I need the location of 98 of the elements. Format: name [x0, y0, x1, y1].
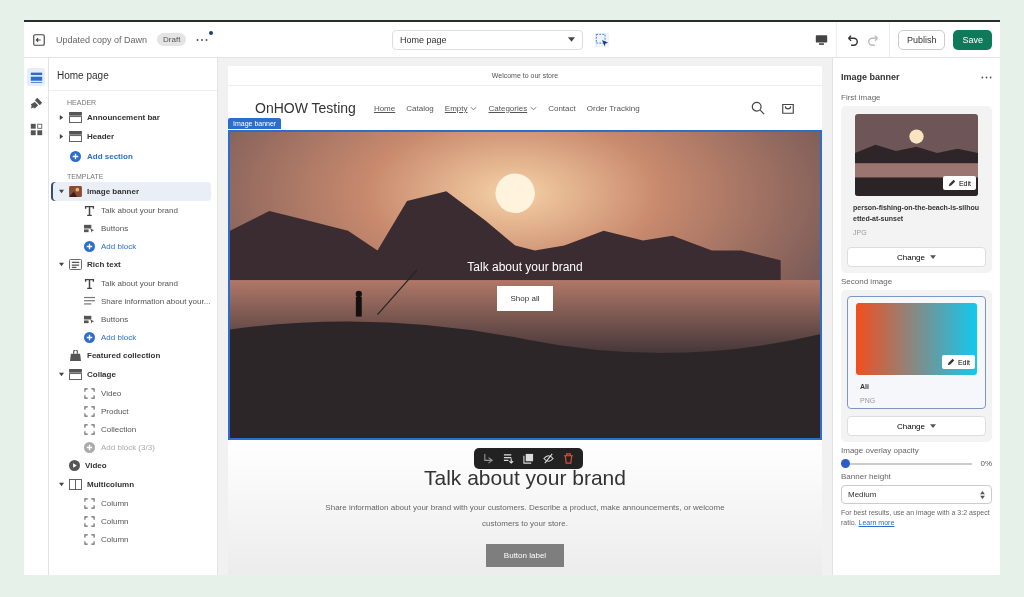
slider-thumb[interactable] — [841, 458, 850, 468]
field-label: Banner height — [841, 471, 892, 483]
buttons-icon — [84, 222, 95, 234]
section-layout-icon — [69, 369, 82, 380]
dashed-frame-icon — [84, 533, 95, 545]
dashed-frame-icon — [84, 423, 95, 435]
block-item[interactable]: Buttons — [51, 310, 211, 328]
move-icon[interactable] — [483, 453, 494, 464]
more-icon[interactable] — [196, 37, 209, 42]
add-block-link[interactable]: Add block — [51, 328, 211, 346]
section-paragraph: Share information about your brand with your customers. Describe a product, make announcements, or welcome customers to your store. — [324, 502, 726, 530]
opacity-slider[interactable] — [841, 462, 973, 465]
block-item[interactable]: Video — [51, 384, 211, 402]
image-section-icon — [69, 186, 82, 197]
eye-slash-icon[interactable] — [543, 453, 554, 464]
nav-link[interactable]: Order Tracking — [586, 103, 640, 113]
caret-down-icon — [568, 37, 575, 42]
cart-icon[interactable] — [781, 101, 795, 115]
field-label: Second image — [841, 276, 894, 288]
add-section-link[interactable]: Add section — [51, 146, 211, 167]
banner-heading: Talk about your brand — [467, 259, 583, 274]
exit-icon[interactable] — [32, 32, 46, 47]
plus-circle-icon — [84, 441, 95, 453]
settings-title: Image banner — [841, 72, 900, 82]
up-down-arrows-icon — [980, 490, 985, 499]
field-label: First image — [841, 92, 882, 104]
sections-tab[interactable] — [27, 68, 45, 86]
add-block-link[interactable]: Add block — [51, 237, 211, 255]
banner-height-select[interactable]: Medium — [841, 485, 992, 504]
slider-value: 0% — [980, 459, 992, 468]
theme-name: Updated copy of Dawn — [56, 34, 148, 45]
more-icon[interactable] — [981, 75, 992, 79]
text-icon — [84, 204, 95, 216]
button-label-button[interactable]: Button label — [485, 544, 565, 567]
dashed-frame-icon — [84, 515, 95, 527]
block-item[interactable]: Column — [51, 530, 211, 548]
status-badge: Draft — [157, 33, 187, 46]
caret-down-icon[interactable] — [59, 482, 64, 487]
trash-icon[interactable] — [563, 453, 574, 464]
field-label: Image overlay opacity — [841, 445, 920, 457]
caret-down-icon[interactable] — [59, 372, 64, 377]
duplicate-icon[interactable] — [523, 453, 534, 464]
image-banner-section[interactable]: Talk about your brand Shop all — [228, 130, 822, 440]
columns-icon — [69, 479, 82, 490]
dashed-frame-icon — [84, 387, 95, 399]
dashed-frame-icon — [84, 497, 95, 509]
section-item[interactable]: Video — [51, 456, 211, 475]
section-item[interactable]: Featured collection — [51, 346, 211, 365]
publish-button[interactable]: Publish — [897, 29, 946, 50]
inspector-icon[interactable] — [595, 32, 609, 47]
page-select[interactable]: Home page — [392, 29, 583, 50]
change-button[interactable]: Change — [847, 416, 986, 436]
block-item[interactable]: Talk about your brand — [51, 201, 211, 219]
text-section-icon — [69, 259, 82, 270]
caret-down-icon[interactable] — [59, 262, 64, 267]
caret-down-icon[interactable] — [59, 189, 64, 194]
play-icon — [69, 460, 80, 471]
save-button[interactable]: Save — [953, 29, 992, 50]
block-item[interactable]: Buttons — [51, 219, 211, 237]
section-item[interactable]: Image banner — [51, 182, 211, 201]
reorder-icon[interactable] — [503, 453, 514, 464]
panel-title: Home page — [49, 58, 217, 91]
store-logo[interactable]: OnHOW Testing — [255, 100, 356, 116]
caret-right-icon[interactable] — [59, 115, 64, 120]
nav-link[interactable]: Empty — [444, 103, 478, 113]
text-icon — [84, 277, 95, 289]
bag-icon — [69, 350, 82, 361]
plus-circle-icon — [70, 151, 81, 162]
block-item[interactable]: Collection — [51, 420, 211, 438]
block-item[interactable]: Column — [51, 494, 211, 512]
section-item[interactable]: Collage — [51, 365, 211, 384]
caret-down-icon — [930, 424, 936, 428]
section-layout-icon — [69, 112, 82, 123]
caret-down-icon — [930, 255, 936, 259]
pencil-icon — [946, 358, 955, 366]
section-layout-icon — [69, 131, 82, 142]
nav-link[interactable]: Categories — [488, 103, 538, 113]
nav-link[interactable]: Contact — [548, 103, 576, 113]
change-button[interactable]: Change — [847, 247, 986, 267]
section-item[interactable]: Header — [51, 127, 211, 146]
section-item[interactable]: Multicolumn — [51, 475, 211, 494]
plus-circle-icon — [84, 240, 95, 252]
buttons-icon — [84, 313, 95, 325]
caret-right-icon[interactable] — [59, 134, 64, 139]
nav-link[interactable]: Catalog — [406, 103, 434, 113]
dashed-frame-icon — [84, 405, 95, 417]
desktop-icon[interactable] — [814, 33, 828, 46]
paragraph-icon — [84, 295, 95, 307]
nav-link[interactable]: Home — [373, 103, 396, 113]
block-item[interactable]: Product — [51, 402, 211, 420]
block-item[interactable]: Column — [51, 512, 211, 530]
section-item[interactable]: Rich text — [51, 255, 211, 274]
search-icon[interactable] — [751, 101, 765, 115]
section-item[interactable]: Announcement bar — [51, 108, 211, 127]
section-heading: Talk about your brand — [424, 466, 626, 490]
block-item[interactable]: Talk about your brand — [51, 274, 211, 292]
block-item[interactable]: Share information about your... — [51, 292, 211, 310]
plus-circle-icon — [84, 331, 95, 343]
